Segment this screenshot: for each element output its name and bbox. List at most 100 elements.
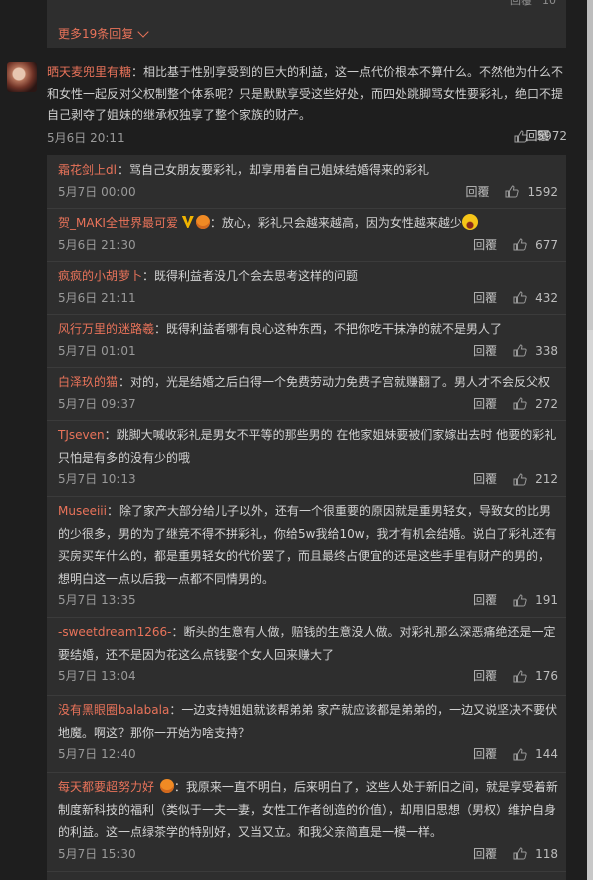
reply-meta: 5月7日 10:13 回覆 212: [58, 469, 558, 489]
reply-meta: 5月6日 21:11 回覆 432: [58, 288, 558, 308]
reply-button[interactable]: 回覆: [473, 590, 497, 610]
reply-body: 疯疯的小胡萝卜：既得利益者没几个会去思考这样的问题: [58, 265, 558, 288]
reply-button[interactable]: 回覆: [473, 744, 497, 764]
like-button[interactable]: 118: [513, 844, 558, 864]
reply-timestamp: 5月6日 21:30: [58, 237, 136, 252]
previous-like-count[interactable]: 10: [542, 0, 556, 7]
like-button[interactable]: 272: [513, 394, 558, 414]
reply-meta: 5月7日 13:35 回覆 191: [58, 590, 558, 610]
medal-badge-icon: [159, 779, 174, 793]
reply-item: TJseven：跳脚大喊收彩礼是男女不平等的那些男的 在他家姐妹要被们家嫁出去时…: [58, 424, 558, 489]
thumbs-up-icon: [513, 669, 527, 682]
reply-button[interactable]: 回覆: [465, 182, 489, 202]
like-count: 118: [535, 846, 558, 861]
like-count: 338: [535, 343, 558, 358]
more-replies-link[interactable]: 更多19条回复: [58, 25, 149, 42]
reply-text: ：放心，彩礼只会越来越高，因为女性越来越少: [209, 216, 462, 230]
avatar[interactable]: [7, 62, 37, 92]
reply-username[interactable]: TJseven: [58, 428, 105, 442]
reply-timestamp: 5月7日 10:13: [58, 472, 136, 486]
reply-actions: 回覆 191: [473, 590, 558, 610]
reply-body: 白泽玖的猫：对的，光是结婚之后白得一个免费劳动力免费子宫就赚翻了。男人才不会反父…: [58, 371, 558, 394]
reply-username[interactable]: -sweetdream1266-: [58, 625, 171, 639]
reply-meta: 5月6日 21:30 回覆 677: [58, 235, 558, 255]
like-button[interactable]: 191: [513, 590, 558, 610]
like-button[interactable]: 212: [513, 469, 558, 489]
reply-text: ：对的，光是结婚之后白得一个免费劳动力免费子宫就赚翻了。男人才不会反父权: [118, 375, 551, 389]
like-button[interactable]: 432: [513, 288, 558, 308]
reply-username[interactable]: Museeiii: [58, 504, 107, 518]
divider: [47, 208, 566, 209]
reply-username[interactable]: 每天都要超努力好: [58, 780, 154, 794]
like-count: 176: [535, 669, 558, 683]
reply-button[interactable]: 回覆: [473, 288, 497, 308]
reply-timestamp: 5月7日 13:04: [58, 669, 136, 683]
divider: [47, 772, 566, 773]
reply-username[interactable]: 风行万里的迷路羲: [58, 322, 154, 336]
reply-timestamp: 5月7日 15:30: [58, 846, 136, 861]
thumbs-up-icon: [513, 747, 527, 760]
like-button[interactable]: 176: [513, 666, 558, 686]
thumbs-up-icon: [513, 397, 527, 410]
reply-meta: 5月7日 09:37 回覆 272: [58, 394, 558, 414]
reply-button[interactable]: 回覆: [473, 844, 497, 864]
divider: [47, 496, 566, 497]
reply-button[interactable]: 回覆: [473, 394, 497, 414]
like-count: 1592: [527, 184, 558, 199]
reply-username[interactable]: 疯疯的小胡萝卜: [58, 269, 142, 283]
reply-body: TJseven：跳脚大喊收彩礼是男女不平等的那些男的 在他家姐妹要被们家嫁出去时…: [58, 424, 558, 469]
thumbs-up-icon: [505, 185, 520, 198]
replies-panel: 霜花剑上dl：骂自己女朋友要彩礼，却享用着自己姐妹结婚得来的彩礼 5月7日 00…: [47, 155, 566, 880]
reply-timestamp: 5月7日 01:01: [58, 343, 136, 358]
main-comment-meta: 5月6日 20:11 回覆 5972: [47, 129, 567, 147]
reply-item: 每天都要超努力好 ：我原来一直不明白，后来明白了，这些人处于新旧之间，就是享受着…: [58, 776, 558, 864]
medal-badge-icon: [195, 215, 210, 229]
like-button[interactable]: 1592: [505, 182, 558, 202]
like-count: 144: [535, 747, 558, 761]
chevron-down-icon: [137, 25, 149, 38]
reply-body: 霜花剑上dl：骂自己女朋友要彩礼，却享用着自己姐妹结婚得来的彩礼: [58, 159, 558, 182]
reply-body: 贺_MAKI全世界最可爱 ：放心，彩礼只会越来越高，因为女性越来越少: [58, 212, 558, 235]
divider: [47, 314, 566, 315]
reply-item: 没有黑眼圈balabala：一边支持姐姐就该帮弟弟 家产就应该都是弟弟的，一边又…: [58, 699, 558, 764]
reply-actions: 回覆 338: [473, 341, 558, 361]
reply-item: -sweetdream1266-：断头的生意有人做，赔钱的生意没人做。对彩礼那么…: [58, 621, 558, 686]
reply-body: 风行万里的迷路羲：既得利益者哪有良心这种东西，不把你吃干抹净的就不是男人了: [58, 318, 558, 341]
main-username[interactable]: 晒天麦兜里有糖: [47, 65, 131, 79]
reply-body: Museeiii：除了家产大部分给儿子以外，还有一个很重要的原因就是重男轻女，导…: [58, 500, 558, 590]
main-actions: 回覆 5972: [514, 129, 567, 143]
reply-username[interactable]: 白泽玖的猫: [58, 375, 118, 389]
reply-timestamp: 5月7日 00:00: [58, 184, 136, 199]
main-comment-body: 晒天麦兜里有糖：相比基于性别享受到的巨大的利益，这一点代价根本不算什么。不然他为…: [47, 62, 567, 127]
divider: [47, 367, 566, 368]
reply-username[interactable]: 贺_MAKI全世界最可爱: [58, 216, 178, 230]
main-timestamp: 5月6日 20:11: [47, 131, 125, 145]
reply-actions: 回覆 176: [473, 666, 558, 686]
reply-username[interactable]: 没有黑眼圈balabala: [58, 703, 169, 717]
more-replies-label: 更多19条回复: [58, 27, 134, 41]
reply-item: 风行万里的迷路羲：既得利益者哪有良心这种东西，不把你吃干抹净的就不是男人了 5月…: [58, 318, 558, 361]
reply-text: ：既得利益者哪有良心这种东西，不把你吃干抹净的就不是男人了: [154, 322, 503, 336]
reply-button[interactable]: 回覆: [473, 341, 497, 361]
reply-meta: 5月7日 01:01 回覆 338: [58, 341, 558, 361]
reply-username[interactable]: 霜花剑上dl: [58, 163, 117, 177]
reply-item: 霜花剑上dl：骂自己女朋友要彩礼，却享用着自己姐妹结婚得来的彩礼 5月7日 00…: [58, 159, 558, 202]
like-button[interactable]: 144: [513, 744, 558, 764]
reply-meta: 5月7日 12:40 回覆 144: [58, 744, 558, 764]
main-reply-button[interactable]: 回覆: [525, 125, 593, 148]
previous-reply-button[interactable]: 回覆: [510, 0, 532, 8]
divider: [47, 617, 566, 618]
like-count: 677: [535, 237, 558, 252]
thumbs-up-icon: [513, 291, 527, 304]
laughing-emoji-icon: [461, 214, 478, 230]
like-button[interactable]: 338: [513, 341, 558, 361]
reply-actions: 回覆 272: [473, 394, 558, 414]
reply-text: ：骂自己女朋友要彩礼，却享用着自己姐妹结婚得来的彩礼: [116, 163, 429, 177]
like-button[interactable]: 677: [513, 235, 558, 255]
reply-button[interactable]: 回覆: [473, 666, 497, 686]
reply-button[interactable]: 回覆: [473, 235, 497, 255]
reply-timestamp: 5月7日 12:40: [58, 747, 136, 761]
verified-badge-icon: [181, 216, 194, 228]
reply-button[interactable]: 回覆: [473, 469, 497, 489]
thumbs-up-icon: [513, 344, 527, 357]
